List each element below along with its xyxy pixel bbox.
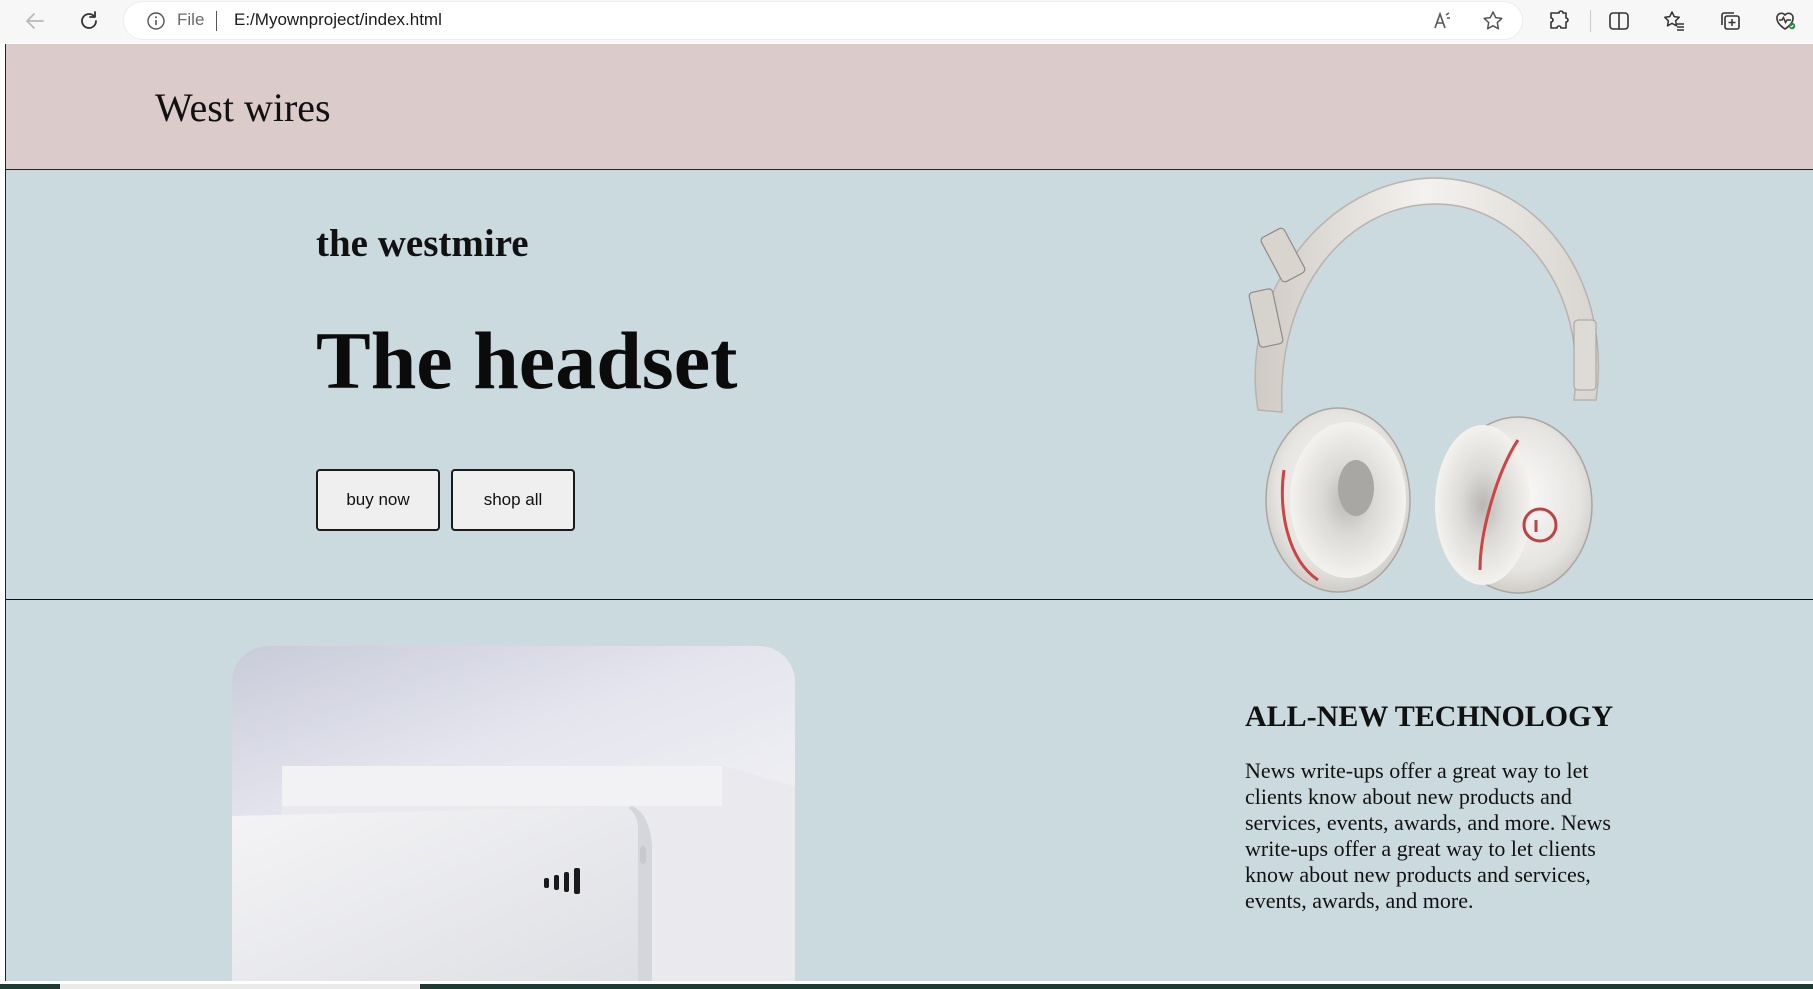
- info-icon[interactable]: [146, 11, 166, 31]
- buy-now-button[interactable]: buy now: [316, 469, 440, 531]
- hero-title: The headset: [316, 315, 738, 406]
- collections-icon[interactable]: [1716, 7, 1744, 35]
- headphones-image: [1248, 177, 1600, 594]
- feature-section: ALL-NEW TECHNOLOGY News write-ups offer …: [6, 601, 1813, 981]
- back-arrow-icon[interactable]: [18, 4, 52, 38]
- hero-section: the westmire The headset buy now shop al…: [6, 170, 1813, 600]
- page-viewport: West wires the westmire The headset buy …: [5, 44, 1813, 981]
- split-screen-icon[interactable]: [1605, 7, 1633, 35]
- favorite-star-icon[interactable]: [1481, 9, 1505, 33]
- site-logo[interactable]: West wires: [155, 84, 331, 131]
- power-bank-graphic: [232, 766, 795, 981]
- refresh-icon[interactable]: [72, 4, 106, 38]
- address-bar[interactable]: File E:/Myownproject/index.html: [124, 2, 1522, 39]
- hero-subtitle: the westmire: [316, 222, 529, 265]
- taskbar-segment: [60, 984, 420, 989]
- address-url[interactable]: E:/Myownproject/index.html: [234, 10, 442, 30]
- power-bank-image: [232, 646, 795, 981]
- address-separator: [216, 11, 217, 31]
- browser-toolbar: File E:/Myownproject/index.html: [0, 0, 1813, 43]
- feature-description: News write-ups offer a great way to let …: [1245, 758, 1611, 913]
- address-scheme: File: [177, 10, 205, 29]
- favorites-icon[interactable]: [1660, 7, 1688, 35]
- taskbar-strip: [0, 984, 1813, 989]
- read-aloud-icon[interactable]: [1431, 9, 1455, 33]
- site-header: West wires: [6, 44, 1813, 170]
- browser-essentials-icon[interactable]: [1771, 7, 1799, 35]
- shop-all-button[interactable]: shop all: [451, 469, 575, 531]
- extensions-icon[interactable]: [1545, 7, 1573, 35]
- feature-title: ALL-NEW TECHNOLOGY: [1245, 700, 1614, 733]
- toolbar-divider: [1590, 10, 1591, 32]
